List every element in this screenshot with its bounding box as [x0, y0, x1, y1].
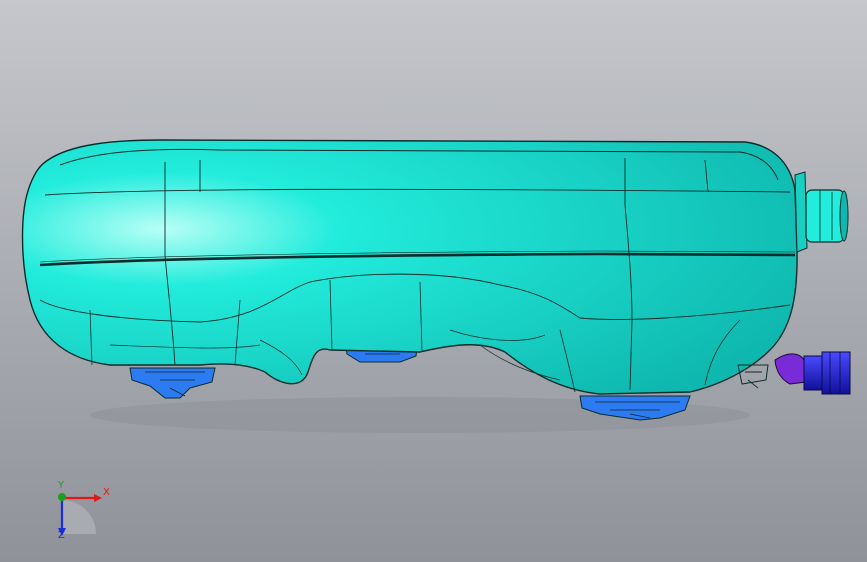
axis-z-label: Z — [58, 530, 65, 541]
axis-y-label: Y — [58, 480, 65, 491]
cad-viewport[interactable]: X Y Z — [0, 0, 867, 562]
axis-x-label: X — [103, 487, 110, 498]
model-scene[interactable] — [0, 0, 867, 562]
